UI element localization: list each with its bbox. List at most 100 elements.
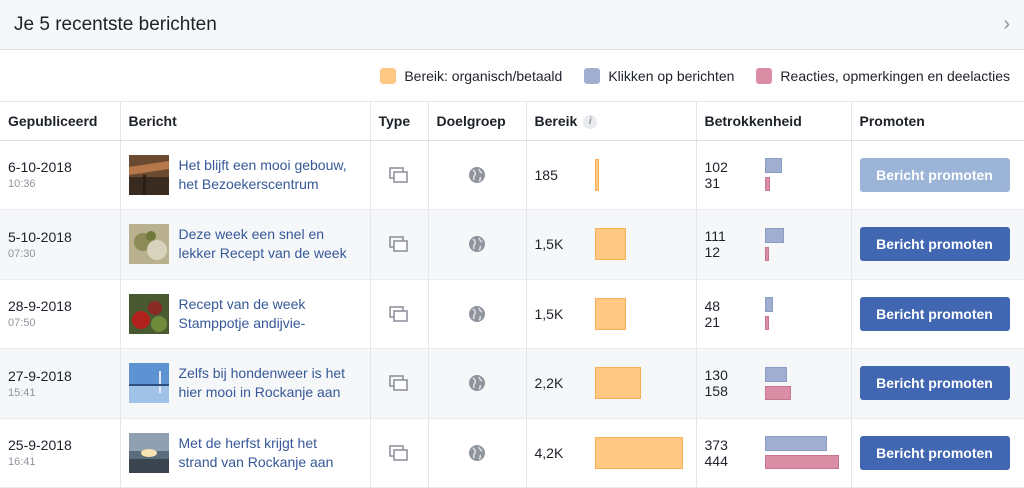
reach-value: 1,5K <box>534 236 564 253</box>
publish-date: 28-9-2018 <box>8 298 72 315</box>
post-thumbnail[interactable] <box>128 363 169 404</box>
col-audience[interactable]: Doelgroep <box>428 102 527 141</box>
clicks-value: 130 <box>704 367 728 384</box>
post-thumbnail[interactable] <box>128 293 169 334</box>
reactions-bar <box>764 246 769 261</box>
reach-value: 1,5K <box>534 305 564 322</box>
audience-cell <box>428 418 527 488</box>
post-cell[interactable]: Deze week een snel en lekker Recept van d… <box>120 209 371 280</box>
published-cell: 27-9-2018 15:41 <box>0 348 121 419</box>
globe-icon <box>469 236 485 253</box>
globe-icon <box>469 305 485 322</box>
table-row[interactable]: 6-10-2018 10:36 Het blijft een mooi gebo… <box>0 140 1024 210</box>
clicks-value: 111 <box>704 228 726 245</box>
promote-post-button[interactable]: Bericht promoten <box>859 366 1010 401</box>
legend-label: Klikken op berichten <box>608 67 735 84</box>
reach-bar <box>594 367 641 400</box>
publish-time: 15:41 <box>8 386 36 399</box>
published-cell: 28-9-2018 07:50 <box>0 279 121 349</box>
post-cell[interactable]: Met de herfst krijgt het strand van Rocka… <box>120 418 371 488</box>
promote-cell: Bericht promoten <box>851 418 1024 488</box>
post-title-link[interactable]: Deze week een snel en lekker Recept van d… <box>179 225 347 263</box>
promote-cell: Bericht promoten <box>851 279 1024 349</box>
publish-date: 6-10-2018 <box>8 159 72 176</box>
post-title-link[interactable]: Recept van de week Stamppotje andijvie- <box>179 295 306 333</box>
type-cell <box>370 418 429 488</box>
col-published[interactable]: Gepubliceerd <box>0 102 121 141</box>
reactions-value: 12 <box>704 244 721 261</box>
promote-post-button[interactable]: Bericht promoten <box>859 157 1010 192</box>
clicks-bar <box>764 366 787 382</box>
reach-value: 2,2K <box>534 375 564 392</box>
publish-time: 16:41 <box>8 456 36 469</box>
shared-post-icon <box>389 305 408 322</box>
post-cell[interactable]: Het blijft een mooi gebouw, het Bezoekers… <box>120 140 371 210</box>
publish-date: 27-9-2018 <box>8 367 72 384</box>
reach-value: 4,2K <box>534 444 564 461</box>
promote-post-button[interactable]: Bericht promoten <box>859 435 1010 470</box>
post-title-link[interactable]: Het blijft een mooi gebouw, het Bezoekers… <box>179 156 347 194</box>
post-title-link[interactable]: Zelfs bij hondenweer is het hier mooi in … <box>179 364 346 402</box>
chevron-right-icon[interactable]: › <box>1003 13 1010 36</box>
reach-cell: 2,2K <box>526 348 697 419</box>
globe-icon <box>469 444 485 461</box>
post-title-link[interactable]: Met de herfst krijgt het strand van Rocka… <box>179 434 334 472</box>
reach-cell: 4,2K <box>526 418 697 488</box>
reactions-value: 158 <box>704 383 728 400</box>
publish-time: 10:36 <box>8 178 36 191</box>
published-cell: 6-10-2018 10:36 <box>0 140 121 210</box>
post-thumbnail[interactable] <box>128 432 169 473</box>
section-header[interactable]: Je 5 recentste berichten › <box>0 0 1024 50</box>
publish-date: 25-9-2018 <box>8 437 72 454</box>
engagement-cell: 111 12 <box>696 209 852 280</box>
reactions-swatch <box>756 67 773 84</box>
col-reach-label: Bereik <box>534 112 578 129</box>
engagement-cell: 130 158 <box>696 348 852 419</box>
promote-post-button[interactable]: Bericht promoten <box>859 296 1010 331</box>
promote-cell: Bericht promoten <box>851 140 1024 210</box>
shared-post-icon <box>389 375 408 392</box>
clicks-bar <box>764 158 782 174</box>
reach-cell: 185 <box>526 140 697 210</box>
reactions-value: 31 <box>704 174 721 191</box>
col-reach[interactable]: Bereik i <box>526 102 697 141</box>
post-cell[interactable]: Zelfs bij hondenweer is het hier mooi in … <box>120 348 371 419</box>
clicks-value: 102 <box>704 158 728 175</box>
type-cell <box>370 348 429 419</box>
table-row[interactable]: 28-9-2018 07:50 Recept van de week Stampp… <box>0 279 1024 349</box>
posts-table: Gepubliceerd Bericht Type Doelgroep Bere… <box>0 102 1024 488</box>
reactions-bar <box>764 385 791 400</box>
table-row[interactable]: 27-9-2018 15:41 Zelfs bij hondenweer is … <box>0 348 1024 419</box>
legend-item-reactions: Reacties, opmerkingen en deelacties <box>756 67 1010 84</box>
reach-value: 185 <box>534 166 558 183</box>
post-cell[interactable]: Recept van de week Stamppotje andijvie- <box>120 279 371 349</box>
table-row[interactable]: 5-10-2018 07:30 Deze week een snel en lek… <box>0 209 1024 280</box>
clicks-swatch <box>584 67 601 84</box>
publish-time: 07:30 <box>8 247 36 260</box>
reactions-bar <box>764 177 770 192</box>
post-thumbnail[interactable] <box>128 224 169 265</box>
publish-time: 07:50 <box>8 317 36 330</box>
col-post[interactable]: Bericht <box>120 102 371 141</box>
reactions-value: 21 <box>704 313 721 330</box>
reactions-value: 444 <box>704 452 728 469</box>
clicks-value: 373 <box>704 436 728 453</box>
post-thumbnail[interactable] <box>128 154 169 195</box>
shared-post-icon <box>389 444 408 461</box>
shared-post-icon <box>389 236 408 253</box>
reach-bar <box>594 158 599 191</box>
engagement-cell: 102 31 <box>696 140 852 210</box>
col-promote[interactable]: Promoten <box>851 102 1024 141</box>
audience-cell <box>428 348 527 419</box>
audience-cell <box>428 279 527 349</box>
col-engagement[interactable]: Betrokkenheid <box>696 102 852 141</box>
col-type[interactable]: Type <box>370 102 429 141</box>
promote-post-button[interactable]: Bericht promoten <box>859 227 1010 262</box>
table-row[interactable]: 25-9-2018 16:41 Met de herfst krijgt het… <box>0 418 1024 488</box>
engagement-cell: 373 444 <box>696 418 852 488</box>
globe-icon <box>469 166 485 183</box>
reach-swatch <box>380 67 397 84</box>
type-cell <box>370 209 429 280</box>
info-icon[interactable]: i <box>583 114 598 129</box>
reactions-bar <box>764 316 769 331</box>
